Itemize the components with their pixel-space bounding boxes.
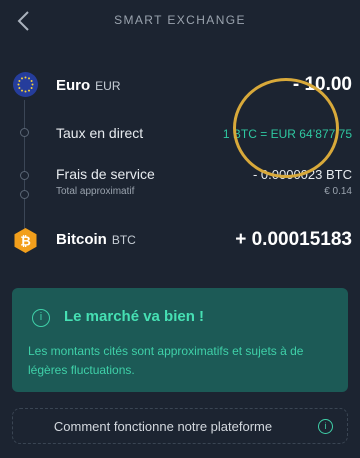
info-icon: i [32,309,50,327]
market-notice-card: i Le marché va bien ! Les montants cités… [12,288,348,392]
info-icon: i [318,419,333,434]
from-currency-name: Euro [56,77,91,94]
from-currency-code: EUR [95,79,121,93]
notice-title: Le marché va bien ! [64,308,205,325]
page-title: SMART EXCHANGE [114,13,246,27]
timeline-line [24,100,25,230]
to-currency-code: BTC [111,233,136,247]
fee-label: Frais de service [56,166,155,182]
timeline-dot [20,128,29,137]
rate-label: Taux en direct [56,125,144,141]
timeline-dot [20,171,29,180]
to-amount: + 0.00015183 [235,229,352,250]
highlight-circle [233,78,339,178]
fee-sub-label: Total approximatif [56,186,135,197]
eu-flag-icon [13,72,38,97]
to-currency-name: Bitcoin [56,231,107,248]
svg-text:₿: ₿ [20,235,31,250]
bitcoin-icon: ₿ [12,227,39,254]
to-currency: Bitcoin BTC [56,231,136,248]
how-it-works-label: Comment fonctionne notre plateforme [53,419,273,434]
timeline-dot [20,190,29,199]
header: SMART EXCHANGE [0,0,360,44]
fee-sub-value: € 0.14 [324,186,352,197]
how-it-works-button[interactable]: Comment fonctionne notre plateforme i [12,408,348,444]
notice-text: Les montants cités sont approximatifs et… [28,344,304,377]
from-currency: Euro EUR [56,77,121,94]
